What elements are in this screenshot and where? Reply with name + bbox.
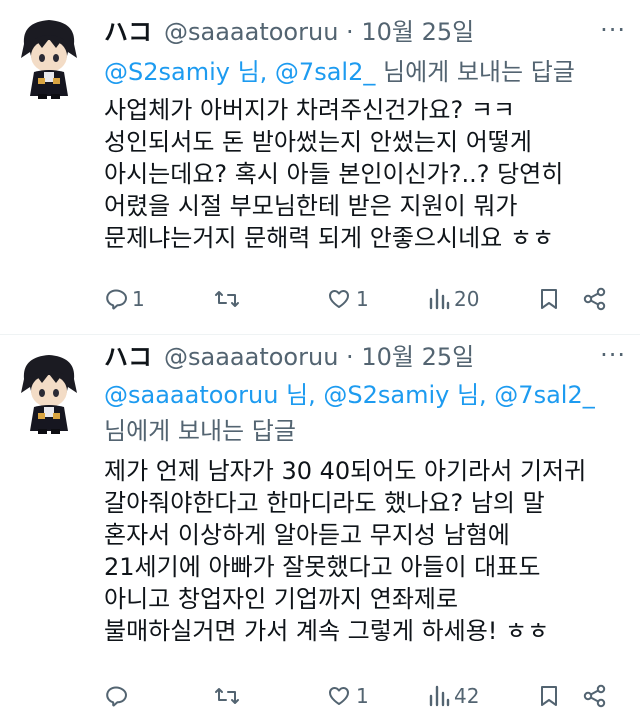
reply-suffix: 님에게 보내는 답글 [375, 58, 575, 86]
like-count: 1 [356, 287, 369, 311]
reply-count: 1 [132, 287, 145, 311]
tweet-text-line: 불매하실거면 가서 계속 그렇게 하세용! ㅎㅎ [104, 617, 550, 645]
share-icon [583, 287, 606, 311]
tweet-text-line: 아시는데요? 혹시 아들 본인이신가?..? 당연히 [104, 160, 564, 188]
tweet-text-line: 어렸을 시절 부모님한테 받은 지원이 뭐가 [104, 192, 518, 220]
tweet-date[interactable]: 10월 25일 [361, 343, 474, 371]
reply-mentions[interactable]: @S2samiy 님, @7sal2_ [104, 58, 375, 86]
action-bar: 1 1 20 [104, 284, 624, 314]
like-count: 1 [356, 684, 369, 708]
views-button[interactable]: 42 [428, 681, 479, 711]
tweet-text-line: 21세기에 아빠가 잘못했다고 아들이 대표도 [104, 553, 541, 581]
views-icon [429, 685, 450, 707]
share-icon [583, 684, 606, 708]
tweet-header: ハコ @saaaatooruu · 10월 25일 [104, 341, 474, 373]
bookmark-icon [541, 289, 557, 309]
retweet-icon [215, 688, 239, 704]
tweet-text-line: 갈아줘야한다고 한마디라도 했나요? 남의 말 [104, 489, 545, 517]
reply-icon [106, 289, 127, 310]
retweet-button[interactable] [214, 284, 244, 314]
more-icon[interactable]: ··· [600, 18, 626, 42]
header-dot: · [346, 18, 354, 46]
more-icon[interactable]: ··· [600, 343, 626, 367]
like-button[interactable]: 1 [326, 681, 369, 711]
like-button[interactable]: 1 [326, 284, 369, 314]
reply-mentions[interactable]: @saaaatooruu 님, @S2samiy 님, @7sal2_ [104, 379, 595, 411]
bookmark-icon [541, 686, 557, 706]
tweet-text-line: 혼자서 이상하게 알아듣고 무지성 남혐에 [104, 521, 510, 549]
tweet-text-line: 사업체가 아버지가 차려주신건가요? ㅋㅋ [104, 96, 515, 124]
tweet[interactable]: ハコ @saaaatooruu · 10월 25일 ··· @S2samiy 님,… [0, 0, 640, 335]
share-button[interactable] [582, 284, 608, 314]
tweet-text: 사업체가 아버지가 차려주신건가요? ㅋㅋ 성인되서도 돈 받아썼는지 안썼는지… [104, 94, 563, 254]
avatar[interactable] [14, 349, 84, 435]
reply-context: @S2samiy 님, @7sal2_ 님에게 보내는 답글 [104, 56, 575, 88]
tweet-date[interactable]: 10월 25일 [361, 18, 474, 46]
action-bar: 1 42 [104, 681, 624, 711]
reply-button[interactable] [104, 681, 132, 711]
header-dot: · [346, 343, 354, 371]
reply-button[interactable]: 1 [104, 284, 145, 314]
views-count: 20 [454, 287, 480, 311]
tweet-text-line: 성인되서도 돈 받아썼는지 안썼는지 어떻게 [104, 128, 532, 156]
author-handle[interactable]: @saaaatooruu [164, 18, 338, 46]
views-icon [429, 288, 450, 310]
bookmark-button[interactable] [538, 284, 560, 314]
author-name[interactable]: ハコ [104, 18, 152, 46]
views-button[interactable]: 20 [428, 284, 479, 314]
tweet-text-line: 제가 언제 남자가 30 40되어도 아기라서 기저귀 [104, 457, 587, 485]
reply-icon [106, 686, 127, 707]
avatar[interactable] [14, 14, 84, 100]
tweet-text-line: 아니고 창업자인 기업까지 연좌제로 [104, 585, 459, 613]
reply-suffix: 님에게 보내는 답글 [104, 417, 296, 445]
tweet-text-line: 문제냐는거지 문해력 되게 안좋으시네요 ㅎㅎ [104, 224, 555, 252]
tweet[interactable]: ハコ @saaaatooruu · 10월 25일 ··· @saaaatooru… [0, 335, 640, 713]
bookmark-button[interactable] [538, 681, 560, 711]
tweet-header: ハコ @saaaatooruu · 10월 25일 [104, 16, 474, 48]
author-handle[interactable]: @saaaatooruu [164, 343, 338, 371]
author-name[interactable]: ハコ [104, 343, 152, 371]
reply-context: @saaaatooruu 님, @S2samiy 님, @7sal2_ 님에게 … [104, 379, 595, 447]
like-icon [329, 687, 349, 705]
retweet-icon [215, 291, 239, 307]
retweet-button[interactable] [214, 681, 244, 711]
like-icon [329, 290, 349, 308]
views-count: 42 [454, 684, 480, 708]
share-button[interactable] [582, 681, 608, 711]
tweet-text: 제가 언제 남자가 30 40되어도 아기라서 기저귀 갈아줘야한다고 한마디라… [104, 455, 586, 647]
